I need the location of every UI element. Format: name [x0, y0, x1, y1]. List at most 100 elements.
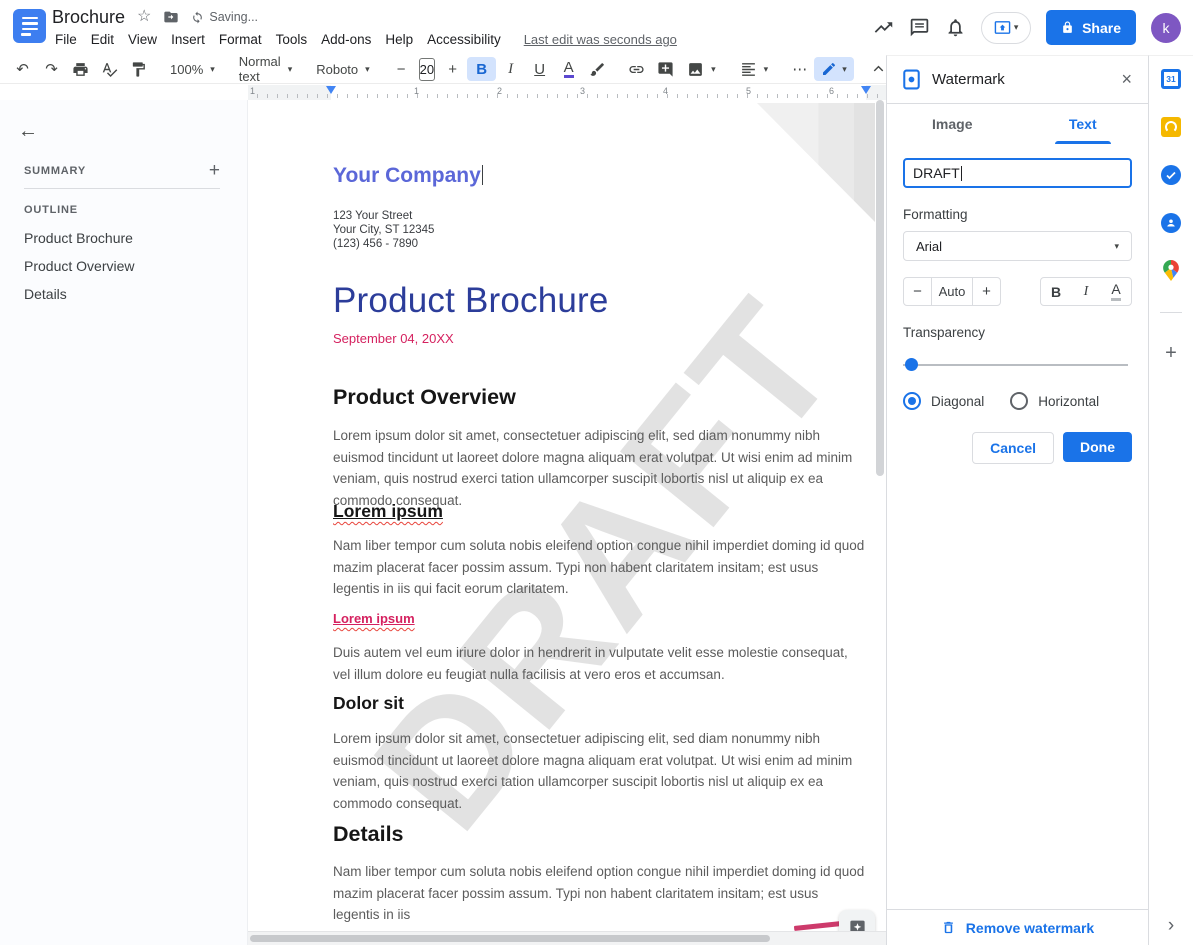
- menu-format[interactable]: Format: [212, 29, 269, 50]
- remove-watermark-button[interactable]: Remove watermark: [887, 909, 1148, 945]
- tab-image[interactable]: Image: [887, 104, 1018, 144]
- document-title[interactable]: Brochure: [52, 7, 125, 28]
- docs-logo-icon[interactable]: [13, 9, 46, 43]
- cancel-button[interactable]: Cancel: [972, 432, 1054, 464]
- notifications-bell-icon[interactable]: [945, 17, 966, 38]
- undo-button[interactable]: ↶: [8, 57, 37, 81]
- outline-sidebar: ← SUMMARY + OUTLINE Product Brochure Pro…: [0, 100, 248, 945]
- redo-button[interactable]: ↷: [37, 57, 66, 81]
- paragraph-2[interactable]: Nam liber tempor cum soluta nobis eleife…: [333, 535, 867, 600]
- company-address-text[interactable]: 123 Your Street Your City, ST 12345 (123…: [333, 209, 867, 251]
- increase-font-size-button[interactable]: +: [438, 57, 467, 81]
- close-panel-icon[interactable]: ×: [1121, 69, 1132, 90]
- highlight-color-button[interactable]: [583, 57, 612, 81]
- size-decrease-button[interactable]: −: [904, 278, 931, 305]
- menu-tools[interactable]: Tools: [269, 29, 315, 50]
- outline-item-details[interactable]: Details: [24, 280, 224, 308]
- underline-button[interactable]: U: [525, 57, 554, 81]
- heading-product-overview[interactable]: Product Overview: [333, 385, 867, 410]
- paragraph-style-select[interactable]: Normal text▾: [232, 57, 299, 81]
- tasks-icon[interactable]: [1161, 164, 1182, 185]
- paragraph-5[interactable]: Nam liber tempor cum soluta nobis eleife…: [333, 861, 867, 926]
- add-comment-button[interactable]: [651, 57, 680, 81]
- slider-track: [903, 364, 1128, 366]
- calendar-icon[interactable]: 31: [1161, 68, 1182, 89]
- menu-insert[interactable]: Insert: [164, 29, 212, 50]
- menu-help[interactable]: Help: [378, 29, 420, 50]
- vertical-scrollbar[interactable]: [876, 100, 884, 476]
- heading-lorem-ipsum[interactable]: Lorem ipsum: [333, 501, 867, 522]
- insert-image-button[interactable]: ▾: [680, 57, 723, 81]
- radio-horizontal-dot[interactable]: [1010, 392, 1028, 410]
- close-outline-button[interactable]: ←: [18, 120, 38, 143]
- size-value[interactable]: Auto: [931, 278, 973, 305]
- transparency-slider[interactable]: [903, 358, 1132, 372]
- date-text[interactable]: September 04, 20XX: [333, 331, 867, 346]
- insights-icon[interactable]: [873, 17, 894, 38]
- brochure-title-text[interactable]: Product Brochure: [333, 281, 867, 321]
- heading-dolor-sit[interactable]: Dolor sit: [333, 693, 867, 714]
- radio-diagonal-dot[interactable]: [903, 392, 921, 410]
- star-icon[interactable]: ☆: [137, 9, 151, 25]
- heading-details[interactable]: Details: [333, 822, 867, 847]
- tab-text[interactable]: Text: [1018, 104, 1149, 144]
- watermark-bold-button[interactable]: B: [1041, 278, 1071, 305]
- watermark-color-button[interactable]: A: [1101, 278, 1131, 305]
- zoom-select[interactable]: 100%▾: [163, 57, 222, 81]
- size-increase-button[interactable]: +: [973, 278, 1000, 305]
- menu-file[interactable]: File: [48, 29, 84, 50]
- contacts-icon[interactable]: [1161, 212, 1182, 233]
- outline-item-product-brochure[interactable]: Product Brochure: [24, 224, 224, 252]
- last-edit-link[interactable]: Last edit was seconds ago: [524, 32, 677, 47]
- decrease-font-size-button[interactable]: −: [387, 57, 416, 81]
- done-button[interactable]: Done: [1063, 432, 1132, 462]
- watermark-italic-button[interactable]: I: [1071, 278, 1101, 305]
- account-avatar[interactable]: k: [1151, 13, 1181, 43]
- menu-accessibility[interactable]: Accessibility: [420, 29, 508, 50]
- paragraph-1[interactable]: Lorem ipsum dolor sit amet, consectetuer…: [333, 425, 867, 511]
- add-summary-button[interactable]: +: [209, 160, 220, 182]
- company-name-text[interactable]: Your Company: [333, 164, 867, 188]
- radio-horizontal[interactable]: Horizontal: [1010, 392, 1099, 410]
- paragraph-4[interactable]: Lorem ipsum dolor sit amet, consectetuer…: [333, 728, 867, 814]
- font-select[interactable]: Roboto▾: [309, 57, 376, 81]
- get-addons-button[interactable]: +: [1165, 342, 1177, 365]
- horizontal-scrollbar[interactable]: [250, 935, 770, 942]
- paragraph-3[interactable]: Duis autem vel eum iriure dolor in hendr…: [333, 642, 867, 685]
- outline-item-product-overview[interactable]: Product Overview: [24, 252, 224, 280]
- keep-icon[interactable]: [1161, 116, 1182, 137]
- right-indent-marker[interactable]: [861, 86, 871, 94]
- menu-edit[interactable]: Edit: [84, 29, 121, 50]
- align-button[interactable]: ▾: [733, 57, 776, 81]
- more-toolbar-button[interactable]: ⋯: [785, 57, 814, 81]
- heading-lorem-ipsum-link[interactable]: Lorem ipsum: [333, 611, 867, 626]
- formatting-label: Formatting: [903, 207, 1132, 222]
- paint-format-button[interactable]: [124, 57, 153, 81]
- insert-link-button[interactable]: [622, 57, 651, 81]
- print-button[interactable]: [66, 57, 95, 81]
- bold-button[interactable]: B: [467, 57, 496, 81]
- panel-title: Watermark: [932, 71, 1109, 88]
- watermark-font-select[interactable]: Arial▾: [903, 231, 1132, 261]
- spellcheck-button[interactable]: [95, 57, 124, 81]
- editing-mode-button[interactable]: ▾: [814, 57, 854, 81]
- font-size-field[interactable]: 20: [419, 58, 435, 81]
- present-button[interactable]: ▾: [981, 12, 1031, 44]
- share-button[interactable]: Share: [1046, 10, 1136, 45]
- menu-view[interactable]: View: [121, 29, 164, 50]
- slider-thumb[interactable]: [905, 358, 918, 371]
- left-indent-marker[interactable]: [326, 86, 336, 94]
- radio-diagonal[interactable]: Diagonal: [903, 392, 984, 410]
- comments-icon[interactable]: [909, 17, 930, 38]
- hide-side-panel-chevron[interactable]: ›: [1149, 915, 1193, 937]
- horizontal-ruler[interactable]: 1 1 2 3 4 5 6: [248, 85, 886, 101]
- move-folder-icon[interactable]: [163, 9, 179, 25]
- watermark-panel: Watermark × Image Text DRAFT Formatting …: [886, 55, 1148, 945]
- menu-addons[interactable]: Add-ons: [314, 29, 378, 50]
- document-canvas[interactable]: DRAFT Your Company 123 Your Street Your …: [248, 100, 886, 945]
- watermark-text-input[interactable]: DRAFT: [903, 158, 1132, 188]
- maps-icon[interactable]: [1161, 260, 1182, 281]
- italic-button[interactable]: I: [496, 57, 525, 81]
- summary-label: SUMMARY: [24, 165, 86, 177]
- text-color-button[interactable]: A: [554, 57, 583, 81]
